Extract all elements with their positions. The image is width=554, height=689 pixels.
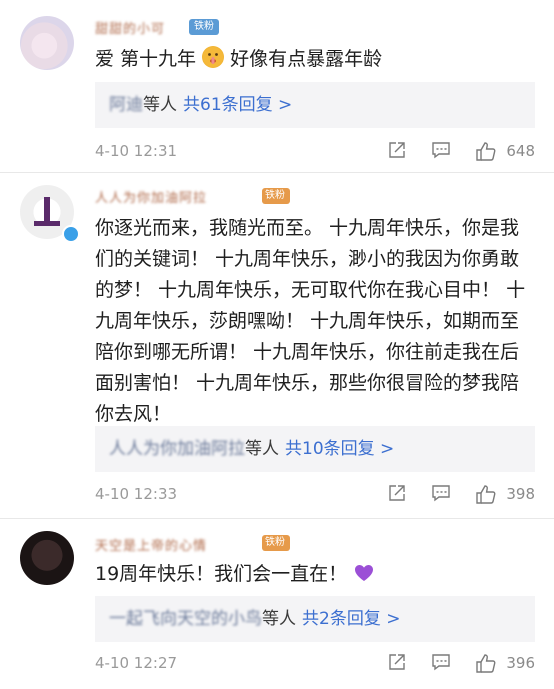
verified-badge-icon — [62, 225, 80, 243]
share-icon[interactable] — [387, 140, 409, 162]
reply-names: 人人为你加油阿拉 — [109, 439, 245, 459]
comment-icon[interactable] — [431, 140, 453, 162]
comment-text: 19周年快乐！我们会一直在！ — [95, 559, 535, 594]
reply-suffix: 等人 — [143, 95, 177, 115]
reply-suffix: 等人 — [245, 439, 279, 459]
comment-icon[interactable] — [431, 483, 453, 505]
reply-preview[interactable]: 阿迪等人 共61条回复 > — [95, 82, 535, 128]
comment-icon[interactable] — [431, 652, 453, 674]
comment-item: 天空是上帝的心情 铁粉 19周年快乐！我们会一直在！ 一起飞向天空的小鸟等人 共2… — [0, 519, 554, 689]
timestamp: 4-10 12:27 — [95, 654, 178, 672]
reply-names: 一起飞向天空的小鸟 — [109, 609, 262, 629]
avatar[interactable] — [20, 531, 74, 585]
username[interactable]: 天空是上帝的心情 — [95, 535, 207, 554]
fan-badge: 铁粉 — [262, 188, 290, 204]
comment-text-part: 爱 第十九年 — [95, 48, 197, 70]
comment-item: 甜甜的小可 铁粉 爱 第十九年 好像有点暴露年龄 阿迪等人 共61条回复 > 4-… — [0, 0, 554, 172]
comment-text: 爱 第十九年 好像有点暴露年龄 — [95, 44, 535, 75]
thumbs-up-icon[interactable] — [475, 652, 497, 674]
comment-text-part: 好像有点暴露年龄 — [230, 48, 383, 70]
like-count: 648 — [506, 142, 535, 160]
shush-face-emoji-icon — [202, 46, 225, 68]
thumbs-up-icon[interactable] — [475, 483, 497, 505]
reply-count-link[interactable]: 共61条回复 > — [183, 95, 292, 115]
reply-names: 阿迪 — [109, 95, 143, 115]
comment-text: 你逐光而来，我随光而至。 十九周年快乐，你是我们的关键词！ 十九周年快乐，渺小的… — [95, 217, 526, 425]
reply-count-link[interactable]: 共2条回复 > — [302, 609, 400, 629]
comment-meta: 4-10 12:33 398 — [95, 483, 535, 507]
comment-meta: 4-10 12:31 648 — [95, 140, 535, 164]
reply-count-link[interactable]: 共10条回复 > — [285, 439, 394, 459]
like-count: 396 — [506, 654, 535, 672]
comment-meta: 4-10 12:27 396 — [95, 652, 535, 676]
avatar[interactable] — [20, 16, 74, 70]
fan-badge: 铁粉 — [189, 19, 219, 35]
thumbs-up-icon[interactable] — [475, 140, 497, 162]
purple-heart-icon — [353, 562, 375, 594]
share-icon[interactable] — [387, 483, 409, 505]
reply-suffix: 等人 — [262, 609, 296, 629]
username[interactable]: 甜甜的小可 — [95, 18, 165, 37]
timestamp: 4-10 12:31 — [95, 142, 178, 160]
share-icon[interactable] — [387, 652, 409, 674]
reply-preview[interactable]: 人人为你加油阿拉等人 共10条回复 > — [95, 426, 535, 472]
comment-item: 人人为你加油阿拉 铁粉 你逐光而来，我随光而至。 十九周年快乐，你是我们的关键词… — [0, 173, 554, 518]
username[interactable]: 人人为你加油阿拉 — [95, 187, 207, 206]
timestamp: 4-10 12:33 — [95, 485, 178, 503]
reply-preview[interactable]: 一起飞向天空的小鸟等人 共2条回复 > — [95, 596, 535, 642]
comment-text-part: 19周年快乐！我们会一直在！ — [95, 563, 348, 585]
fan-badge: 铁粉 — [262, 535, 290, 551]
like-count: 398 — [506, 485, 535, 503]
